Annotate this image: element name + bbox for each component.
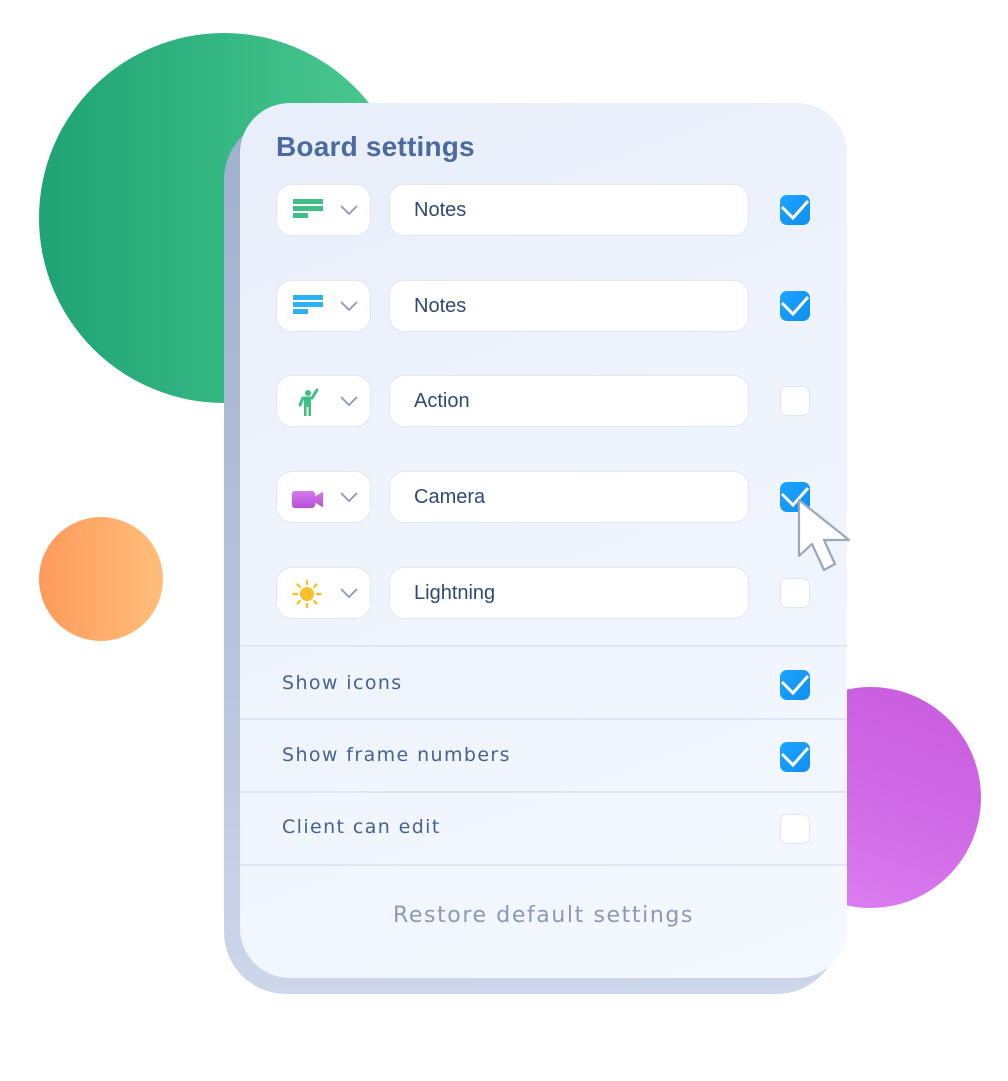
option-label: Show icons [282, 672, 403, 694]
notes-icon [293, 295, 323, 314]
row-checkbox[interactable] [780, 578, 810, 608]
client-can-edit-checkbox[interactable] [780, 814, 810, 844]
icon-select-dropdown[interactable] [276, 184, 371, 236]
chevron-down-icon [340, 492, 358, 503]
setting-row: Camera [276, 471, 816, 523]
chevron-down-icon [340, 301, 358, 312]
icon-select-dropdown[interactable] [276, 471, 371, 523]
setting-row: Notes [276, 280, 816, 332]
row-checkbox[interactable] [780, 291, 810, 321]
decorative-orange-circle [39, 517, 163, 641]
option-client-can-edit: Client can edit [240, 792, 847, 864]
icon-select-dropdown[interactable] [276, 375, 371, 427]
show-frame-numbers-checkbox[interactable] [780, 742, 810, 772]
setting-row: Action [276, 375, 816, 427]
divider [240, 864, 847, 866]
restore-defaults-button[interactable]: Restore default settings [240, 903, 847, 928]
camera-icon [292, 491, 323, 508]
icon-select-dropdown[interactable] [276, 567, 371, 619]
check-icon [780, 675, 810, 696]
option-label: Show frame numbers [282, 744, 511, 766]
icon-select-dropdown[interactable] [276, 280, 371, 332]
chevron-down-icon [340, 396, 358, 407]
label-input[interactable]: Notes [389, 280, 749, 332]
show-icons-checkbox[interactable] [780, 670, 810, 700]
setting-row: Notes [276, 184, 816, 236]
chevron-down-icon [340, 205, 358, 216]
row-checkbox[interactable] [780, 386, 810, 416]
mouse-pointer-icon [797, 498, 851, 572]
label-input[interactable]: Action [389, 375, 749, 427]
label-input[interactable]: Camera [389, 471, 749, 523]
board-settings-panel: Board settings Notes Notes Action Camera… [240, 103, 847, 978]
sun-icon [292, 580, 322, 608]
chevron-down-icon [340, 588, 358, 599]
panel-title: Board settings [276, 131, 475, 162]
notes-icon [293, 199, 323, 218]
action-figure-icon [298, 388, 319, 416]
option-show-frame-numbers: Show frame numbers [240, 720, 847, 792]
label-input[interactable]: Notes [389, 184, 749, 236]
check-icon [780, 200, 810, 221]
divider [240, 645, 847, 647]
label-input[interactable]: Lightning [389, 567, 749, 619]
setting-row: Lightning [276, 567, 816, 619]
row-checkbox[interactable] [780, 195, 810, 225]
check-icon [780, 296, 810, 317]
option-show-icons: Show icons [240, 648, 847, 720]
check-icon [780, 747, 810, 768]
option-label: Client can edit [282, 816, 441, 838]
